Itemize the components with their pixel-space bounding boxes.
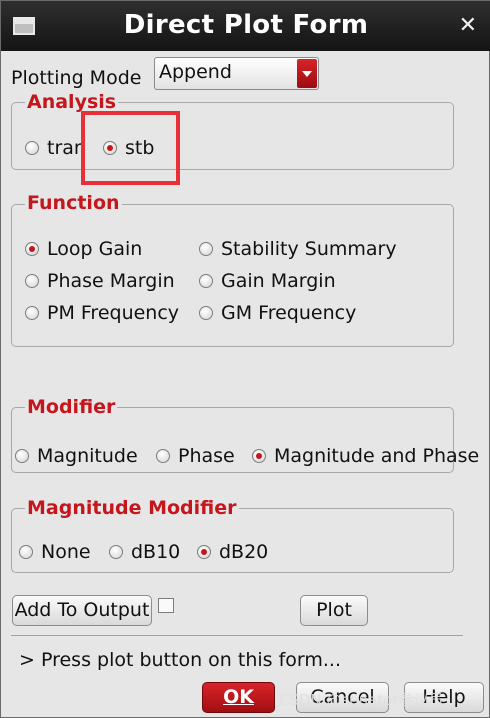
radio-stability-summary[interactable] bbox=[199, 242, 213, 256]
add-to-output-button[interactable]: Add To Output bbox=[12, 595, 152, 626]
divider bbox=[11, 635, 463, 636]
radio-phase-margin[interactable] bbox=[25, 274, 39, 288]
function-option-label: GM Frequency bbox=[221, 302, 357, 324]
title-bar[interactable]: Direct Plot Form ✕ bbox=[1, 1, 490, 51]
modifier-option-phase[interactable]: Phase bbox=[156, 445, 235, 467]
plotting-mode-label: Plotting Mode bbox=[11, 67, 142, 89]
status-message: > Press plot button on this form... bbox=[19, 649, 341, 671]
modifier-option-magnitude[interactable]: Magnitude bbox=[15, 445, 138, 467]
radio-magnitude-and-phase[interactable] bbox=[252, 449, 266, 463]
modifier-option-magnitude-and-phase[interactable]: Magnitude and Phase bbox=[252, 445, 479, 467]
modifier-option-label: Magnitude bbox=[37, 445, 138, 467]
annotation-highlight-box bbox=[81, 111, 180, 185]
radio-tran[interactable] bbox=[25, 141, 39, 155]
function-option-gm-frequency[interactable]: GM Frequency bbox=[199, 302, 356, 324]
window-title: Direct Plot Form bbox=[123, 10, 369, 40]
function-option-loop-gain[interactable]: Loop Gain bbox=[25, 238, 142, 260]
radio-phase[interactable] bbox=[156, 449, 170, 463]
function-option-pm-frequency[interactable]: PM Frequency bbox=[25, 302, 179, 324]
magnitude-modifier-option-label: dB20 bbox=[219, 541, 269, 563]
analysis-legend: Analysis bbox=[25, 91, 119, 113]
function-option-phase-margin[interactable]: Phase Margin bbox=[25, 270, 175, 292]
magnitude-modifier-option-label: dB10 bbox=[131, 541, 181, 563]
function-option-label: Stability Summary bbox=[221, 238, 397, 260]
function-option-label: PM Frequency bbox=[47, 302, 180, 324]
radio-db10[interactable] bbox=[109, 545, 123, 559]
function-option-label: Phase Margin bbox=[47, 270, 175, 292]
magnitude-modifier-option-none[interactable]: None bbox=[19, 541, 91, 563]
close-icon[interactable]: ✕ bbox=[459, 13, 477, 38]
function-option-gain-margin[interactable]: Gain Margin bbox=[199, 270, 336, 292]
modifier-legend: Modifier bbox=[25, 396, 118, 418]
magnitude-modifier-legend: Magnitude Modifier bbox=[25, 497, 239, 519]
plotting-mode-select[interactable]: Append bbox=[154, 57, 319, 90]
radio-none[interactable] bbox=[19, 545, 33, 559]
function-option-stability-summary[interactable]: Stability Summary bbox=[199, 238, 397, 260]
function-legend: Function bbox=[25, 192, 122, 214]
watermark-text: CSDN @senator参议员 bbox=[279, 691, 444, 709]
analysis-option-tran[interactable]: tran bbox=[25, 137, 86, 159]
function-option-label: Loop Gain bbox=[47, 238, 143, 260]
magnitude-modifier-option-label: None bbox=[41, 541, 91, 563]
modifier-option-label: Phase bbox=[178, 445, 235, 467]
plotting-mode-value: Append bbox=[159, 61, 232, 83]
radio-db20[interactable] bbox=[197, 545, 211, 559]
magnitude-modifier-option-db20[interactable]: dB20 bbox=[197, 541, 268, 563]
radio-magnitude[interactable] bbox=[15, 449, 29, 463]
radio-gain-margin[interactable] bbox=[199, 274, 213, 288]
radio-pm-frequency[interactable] bbox=[25, 306, 39, 320]
function-option-label: Gain Margin bbox=[221, 270, 336, 292]
radio-gm-frequency[interactable] bbox=[199, 306, 213, 320]
modifier-option-label: Magnitude and Phase bbox=[274, 445, 480, 467]
add-to-output-checkbox[interactable] bbox=[158, 598, 174, 613]
chevron-down-icon[interactable] bbox=[297, 59, 317, 88]
direct-plot-form-window: Direct Plot Form ✕ Plotting Mode Append … bbox=[0, 0, 490, 718]
plot-button[interactable]: Plot bbox=[300, 595, 368, 626]
ok-button[interactable]: OK bbox=[202, 682, 275, 713]
magnitude-modifier-option-db10[interactable]: dB10 bbox=[109, 541, 180, 563]
radio-loop-gain[interactable] bbox=[25, 242, 39, 256]
